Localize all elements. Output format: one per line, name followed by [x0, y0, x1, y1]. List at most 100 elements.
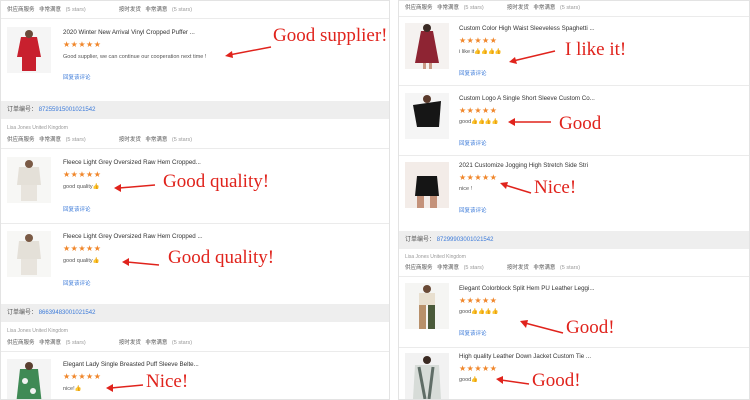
on-time-label: 按时发货: [118, 340, 141, 346]
annotation-text: Nice!: [534, 177, 577, 198]
product-thumbnail[interactable]: [405, 353, 449, 399]
annotation-arrow: [496, 376, 530, 385]
product-thumbnail[interactable]: [7, 231, 51, 277]
review-comment: good quality👍: [63, 258, 100, 264]
on-time-stars-label: (5 stars): [171, 340, 193, 346]
review-comment: nice!👍: [63, 386, 82, 392]
product-title[interactable]: Elegant Colorblock Split Hem PU Leather …: [459, 285, 595, 292]
rating-stars: ★★★★★: [459, 106, 498, 115]
order-number-bar: 订单编号： 87255915001021542: [1, 101, 389, 119]
product-thumbnail[interactable]: [405, 93, 449, 139]
product-thumbnail[interactable]: [7, 359, 51, 400]
supplier-rating-value: 非常满意: [39, 7, 62, 13]
rating-stars: ★★★★★: [63, 244, 102, 253]
on-time-rating-value: 非常满意: [533, 265, 556, 271]
reply-link[interactable]: 回复该评论: [459, 329, 487, 337]
on-time-stars-label: (5 stars): [171, 137, 193, 143]
annotation-arrow: [500, 182, 532, 194]
review-comment: good👍: [459, 377, 479, 383]
supplier-service-label: 供应商服务: [7, 7, 35, 13]
reply-link[interactable]: 回复该评论: [63, 73, 91, 81]
rating-stars: ★★★★★: [459, 36, 498, 45]
rating-stars: ★★★★★: [459, 296, 498, 305]
product-thumbnail[interactable]: [405, 162, 449, 208]
annotation-arrow: [509, 50, 556, 64]
product-title[interactable]: Elegant Lady Single Breasted Puff Sleeve…: [63, 361, 199, 368]
annotation-arrow: [520, 320, 564, 334]
supplier-rating-value: 非常满意: [39, 137, 62, 143]
on-time-stars-label: (5 stars): [171, 7, 193, 13]
annotation-text: Nice!: [146, 371, 189, 392]
supplier-rating-value: 非常满意: [39, 340, 62, 346]
supplier-service-label: 供应商服务: [405, 5, 433, 11]
on-time-rating-value: 非常满意: [145, 340, 168, 346]
order-number-link[interactable]: 87255915001021542: [39, 107, 96, 113]
order-number-link[interactable]: 87299903001021542: [437, 237, 494, 243]
supplier-stars-label: (5 stars): [65, 7, 86, 13]
review-comment: i like it👍👍👍👍: [459, 49, 502, 55]
order-number-bar: 订单编号： 86639483001021542: [1, 304, 389, 322]
review-comment: good quality👍: [63, 184, 100, 190]
on-time-stars-label: (5 stars): [559, 5, 581, 11]
on-time-stars-label: (5 stars): [559, 265, 581, 271]
annotation-text: Good quality!: [163, 171, 270, 192]
on-time-label: 按时发货: [118, 7, 141, 13]
order-label: 订单编号: [7, 310, 32, 316]
reply-link[interactable]: 回复该评论: [63, 205, 91, 213]
order-label: 订单编号: [7, 107, 32, 113]
product-title[interactable]: Fleece Light Grey Oversized Raw Hem Crop…: [63, 233, 203, 240]
on-time-label: 按时发货: [118, 137, 141, 143]
supplier-rating-row: 供应商服务 非常满意 (5 stars) 按时发货 非常满意 (5 stars): [7, 135, 383, 143]
product-title[interactable]: 2021 Customize Jogging High Stretch Side…: [459, 162, 588, 169]
rating-stars: ★★★★★: [459, 173, 498, 182]
supplier-service-label: 供应商服务: [7, 137, 35, 143]
on-time-label: 按时发货: [506, 265, 529, 271]
product-thumbnail[interactable]: [7, 157, 51, 203]
supplier-stars-label: (5 stars): [65, 137, 86, 143]
review-comment: Good supplier, we can continue our coope…: [63, 54, 207, 60]
review-comment: good👍👍👍👍: [459, 309, 499, 315]
annotation-text: Good!: [532, 370, 581, 391]
supplier-rating-value: 非常满意: [437, 5, 460, 11]
on-time-rating-value: 非常满意: [533, 5, 556, 11]
review-item: Elegant Lady Single Breasted Puff Sleeve…: [1, 355, 389, 400]
order-number-link[interactable]: 86639483001021542: [39, 310, 96, 316]
reply-link[interactable]: 回复该评论: [63, 279, 91, 287]
reply-link[interactable]: 回复该评论: [459, 69, 487, 77]
left-review-panel: 供应商服务 非常满意 (5 stars) 按时发货 非常满意 (5 stars)…: [0, 0, 390, 400]
on-time-rating-value: 非常满意: [145, 137, 168, 143]
product-title[interactable]: Custom Logo A Single Short Sleeve Custom…: [459, 95, 595, 102]
reply-link[interactable]: 回复该评论: [459, 139, 487, 147]
rating-stars: ★★★★★: [63, 372, 102, 381]
annotation-arrow: [225, 46, 272, 58]
supplier-rating-row: 供应商服务 非常满意 (5 stars) 按时发货 非常满意 (5 stars): [405, 263, 743, 271]
product-thumbnail[interactable]: [7, 27, 51, 73]
review-comment: good👍👍👍👍: [459, 119, 499, 125]
product-title[interactable]: Fleece Light Grey Oversized Raw Hem Crop…: [63, 159, 201, 166]
annotation-text: Good quality!: [168, 247, 275, 268]
supplier-rating-row: 供应商服务 非常满意 (5 stars) 按时发货 非常满意 (5 stars): [7, 338, 383, 346]
supplier-service-label: 供应商服务: [7, 340, 35, 346]
buyer-info: Lisa Jones United Kingdom: [405, 254, 466, 260]
supplier-stars-label: (5 stars): [65, 340, 86, 346]
supplier-rating-value: 非常满意: [437, 265, 460, 271]
supplier-rating-row: 供应商服务 非常满意 (5 stars) 按时发货 非常满意 (5 stars): [405, 3, 743, 11]
annotation-text: Good supplier!: [273, 25, 388, 46]
rating-stars: ★★★★★: [63, 170, 102, 179]
product-title[interactable]: Custom Color High Waist Sleeveless Spagh…: [459, 25, 595, 32]
rating-stars: ★★★★★: [63, 40, 102, 49]
order-number-bar: 订单编号： 87299903001021542: [399, 231, 749, 249]
on-time-label: 按时发货: [506, 5, 529, 11]
rating-stars: ★★★★★: [459, 364, 498, 373]
annotation-arrow: [122, 258, 160, 266]
reply-link[interactable]: 回复该评论: [459, 206, 487, 214]
product-title[interactable]: High quality Leather Down Jacket Custom …: [459, 353, 591, 360]
product-thumbnail[interactable]: [405, 23, 449, 69]
annotation-text: I like it!: [565, 39, 627, 60]
product-title[interactable]: 2020 Winter New Arrival Vinyl Cropped Pu…: [63, 29, 195, 36]
order-label: 订单编号: [405, 237, 430, 243]
supplier-stars-label: (5 stars): [463, 265, 484, 271]
product-thumbnail[interactable]: [405, 283, 449, 329]
supplier-rating-row: 供应商服务 非常满意 (5 stars) 按时发货 非常满意 (5 stars): [7, 5, 383, 13]
review-comment: nice !: [459, 186, 473, 192]
